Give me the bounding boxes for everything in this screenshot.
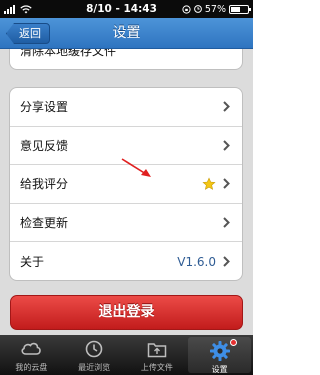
notification-badge (230, 339, 237, 346)
settings-item-label: 检查更新 (20, 216, 69, 231)
chevron-right-icon (220, 217, 232, 229)
clear-cache-item[interactable]: 清除本地缓存文件 (20, 49, 116, 59)
navigation-bar: 设置 返回 (0, 18, 253, 49)
settings-item-rate[interactable]: 给我评分 (10, 165, 242, 204)
settings-list: 分享设置 意见反馈 给我评分 检查更新 关于 V1.6.0 (9, 87, 243, 281)
rotation-lock-icon (182, 4, 191, 14)
battery-percent: 57% (204, 3, 226, 15)
tab-bar: 我的云盘 最近浏览 上传文件 设置 (0, 335, 253, 375)
settings-item-label: 关于 (20, 255, 45, 270)
status-bar: 8/10 - 14:43 57% (0, 0, 253, 18)
tab-label: 最近浏览 (78, 363, 111, 372)
upload-folder-icon (146, 338, 168, 360)
chevron-right-icon (220, 256, 232, 268)
settings-item-label: 意见反馈 (20, 138, 69, 153)
settings-item-label: 给我评分 (20, 177, 69, 192)
clock-icon (193, 5, 202, 13)
settings-item-update[interactable]: 检查更新 (10, 204, 242, 243)
tab-label: 设置 (211, 365, 228, 374)
cloud-icon (20, 338, 42, 360)
tab-label: 上传文件 (140, 363, 173, 372)
tab-label: 我的云盘 (15, 363, 48, 372)
status-time: 8/10 - 14:43 (86, 3, 157, 15)
chevron-right-icon (220, 101, 232, 113)
version-value: V1.6.0 (177, 254, 216, 269)
settings-item-feedback[interactable]: 意见反馈 (10, 127, 242, 166)
phone-screen: 8/10 - 14:43 57% 设置 返回 清除本地缓存文件 分享设置 意见反… (0, 0, 253, 375)
settings-item-label: 分享设置 (20, 100, 69, 115)
wifi-icon (20, 4, 32, 13)
tab-upload[interactable]: 上传文件 (126, 335, 189, 375)
logout-button[interactable]: 退出登录 (10, 295, 243, 330)
tab-my-cloud[interactable]: 我的云盘 (0, 335, 63, 375)
battery-icon (229, 4, 251, 14)
clock-icon (83, 338, 105, 360)
settings-content: 清除本地缓存文件 分享设置 意见反馈 给我评分 检查更新 关于 V1.6.0 退… (0, 49, 253, 335)
tab-recent[interactable]: 最近浏览 (63, 335, 126, 375)
signal-icon (4, 4, 15, 14)
gear-icon (209, 340, 231, 362)
tab-settings[interactable]: 设置 (188, 337, 251, 374)
settings-group-top: 清除本地缓存文件 (9, 49, 243, 70)
settings-item-share[interactable]: 分享设置 (10, 88, 242, 127)
settings-item-about[interactable]: 关于 V1.6.0 (10, 242, 242, 280)
chevron-right-icon (220, 139, 232, 151)
back-button[interactable]: 返回 (6, 23, 50, 44)
star-icon (202, 177, 216, 190)
chevron-right-icon (220, 178, 232, 190)
